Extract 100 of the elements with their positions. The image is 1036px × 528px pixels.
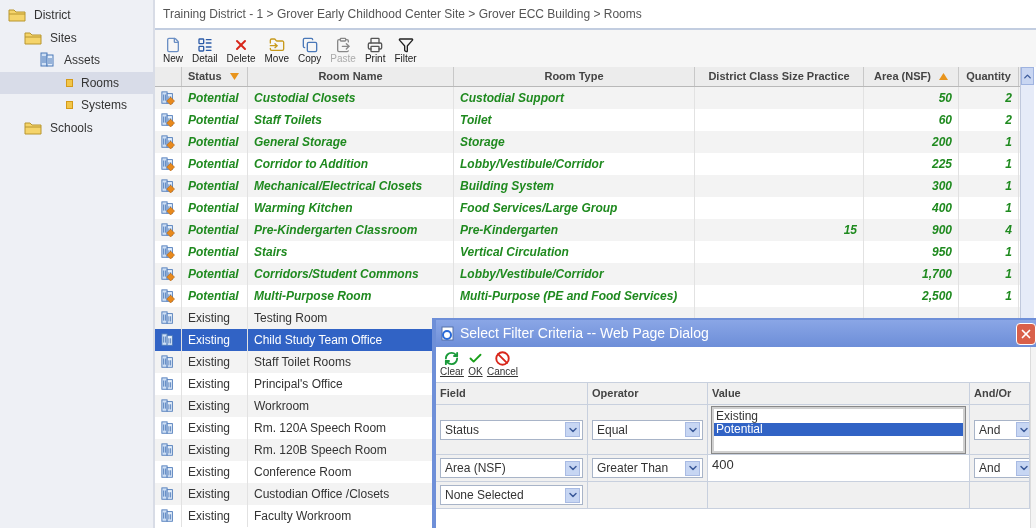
building-icon <box>161 464 175 480</box>
table-cell-text: Staff Toilets <box>254 112 322 129</box>
value-listbox[interactable]: Existing Potential <box>712 406 965 453</box>
table-cell-text: Mechanical/Electrical Closets <box>254 178 423 195</box>
dropdown[interactable]: Greater Than <box>592 458 703 478</box>
tree-item[interactable]: Schools <box>0 116 153 139</box>
table-cell-text: Conference Room <box>254 464 352 481</box>
tree-item[interactable]: Systems <box>0 94 153 117</box>
table-cell-text: Pre-Kindergarten <box>460 222 559 239</box>
table-row[interactable]: Potential Mechanical/Electrical Closets Building System 300 1 <box>155 175 1020 197</box>
table-cell-text: 2 <box>1005 90 1012 107</box>
dialog-toolbar-button[interactable]: Clear <box>440 351 464 382</box>
value-field[interactable]: 400 <box>712 455 734 475</box>
folder-arrow-icon <box>268 37 285 53</box>
table-cell-text: 2 <box>1005 112 1012 129</box>
toolbar-button[interactable]: New <box>163 37 183 64</box>
toolbar-button[interactable]: Filter <box>394 37 417 64</box>
table-row[interactable]: Potential General Storage Storage 200 1 <box>155 131 1020 153</box>
copy-icon <box>301 37 318 53</box>
dropdown[interactable]: And <box>974 419 1029 440</box>
tree-label: Systems <box>81 97 127 115</box>
column-header[interactable]: Room Name <box>248 67 454 86</box>
tree-item[interactable]: Sites <box>0 26 153 49</box>
table-cell-text: 2,500 <box>921 288 952 305</box>
square-icon <box>66 78 73 87</box>
toolbar-button[interactable]: Move <box>264 37 289 64</box>
building-icon <box>40 52 56 69</box>
dropdown[interactable]: None Selected <box>440 485 583 505</box>
folder-icon <box>24 120 42 135</box>
tree-label: District <box>34 7 71 25</box>
table-cell-text: Custodial Support <box>460 90 564 107</box>
building-warning-icon <box>161 156 175 172</box>
table-cell-text: 60 <box>938 112 952 129</box>
table-cell-text: Potential <box>188 222 239 239</box>
file-icon <box>165 37 181 53</box>
table-cell-text: Existing <box>188 376 231 393</box>
toolbar-button[interactable]: Print <box>364 37 386 64</box>
table-cell-text: Existing <box>188 310 231 327</box>
building-icon <box>161 354 175 370</box>
building-warning-icon <box>161 266 175 282</box>
table-row[interactable]: Potential Pre-Kindergarten Classroom Pre-Kindergarten 15 900 4 <box>155 219 1020 241</box>
building-icon <box>161 442 175 458</box>
column-header[interactable]: Room Type <box>454 67 695 86</box>
table-cell-text: 225 <box>931 156 952 173</box>
table-cell-text: Existing <box>188 442 231 459</box>
table-cell-text: Potential <box>188 288 239 305</box>
toolbar-button[interactable]: Delete <box>226 37 256 64</box>
building-warning-icon <box>161 244 175 260</box>
building-icon <box>161 508 175 524</box>
table-cell-text: General Storage <box>254 134 347 151</box>
table-cell-text: Child Study Team Office <box>254 332 383 349</box>
building-icon <box>161 376 175 392</box>
table-cell-text: Existing <box>188 354 231 371</box>
building-icon <box>161 420 175 436</box>
table-cell-text: Stairs <box>254 244 288 261</box>
building-warning-icon <box>161 178 175 194</box>
table-cell-text: Food Services/Large Group <box>460 200 618 217</box>
list-option[interactable]: Existing <box>714 409 963 423</box>
dropdown[interactable]: And <box>974 458 1029 478</box>
square-icon <box>66 101 73 110</box>
toolbar-button[interactable]: Copy <box>297 37 322 64</box>
table-cell-text: 1 <box>1005 200 1012 217</box>
table-cell-text: 950 <box>931 244 952 261</box>
folder-icon <box>24 30 42 45</box>
table-cell-text: Workroom <box>254 398 310 415</box>
tree-item[interactable]: District <box>0 4 153 27</box>
tree-item[interactable]: Assets <box>0 49 153 72</box>
building-icon <box>161 398 175 414</box>
table-cell-text: Rm. 120A Speech Room <box>254 420 387 437</box>
table-cell-text: Vertical Circulation <box>460 244 569 261</box>
dialog-toolbar-button[interactable]: OK <box>467 351 483 382</box>
table-cell-text: Custodian Office /Closets <box>254 486 390 503</box>
table-cell-text: Existing <box>188 464 231 481</box>
dialog-toolbar-button[interactable]: Cancel <box>486 351 519 382</box>
building-warning-icon <box>161 90 175 106</box>
column-header[interactable]: Area (NSF) <box>864 67 959 86</box>
column-header[interactable]: District Class Size Practice <box>695 67 864 86</box>
breadcrumb: Training District - 1 > Grover Early Childhood Center Site > Grover ECC Building > Rooms <box>163 6 642 23</box>
dropdown[interactable]: Status <box>440 419 583 440</box>
table-cell-text: Warming Kitchen <box>254 200 353 217</box>
dropdown[interactable]: Area (NSF) <box>440 458 583 478</box>
building-warning-icon <box>161 200 175 216</box>
table-cell-text: Corridor to Addition <box>254 156 369 173</box>
table-cell-text: Testing Room <box>254 310 328 327</box>
toolbar-button[interactable]: Detail <box>192 37 218 64</box>
table-row[interactable]: Potential Custodial Closets Custodial Support 50 2 <box>155 87 1020 109</box>
column-header: Value <box>712 386 741 402</box>
table-cell-text: 1 <box>1005 244 1012 261</box>
tree-label: Assets <box>64 52 100 70</box>
table-cell-text: 300 <box>931 178 952 195</box>
table-cell-text: Pre-Kindergarten Classroom <box>254 222 418 239</box>
list-option[interactable]: Potential <box>714 422 963 436</box>
table-row[interactable]: Potential Corridors/Student Commons Lobby/Vestibule/Corridor 1,700 1 <box>155 263 1020 285</box>
close-button[interactable] <box>1016 322 1036 345</box>
table-cell-text: 900 <box>931 222 952 239</box>
column-header[interactable]: Status <box>182 67 248 86</box>
printer-icon <box>367 37 384 53</box>
tree-item[interactable]: Rooms <box>0 71 153 94</box>
column-header[interactable]: Quantity <box>959 67 1019 86</box>
dropdown[interactable]: Equal <box>592 419 703 440</box>
